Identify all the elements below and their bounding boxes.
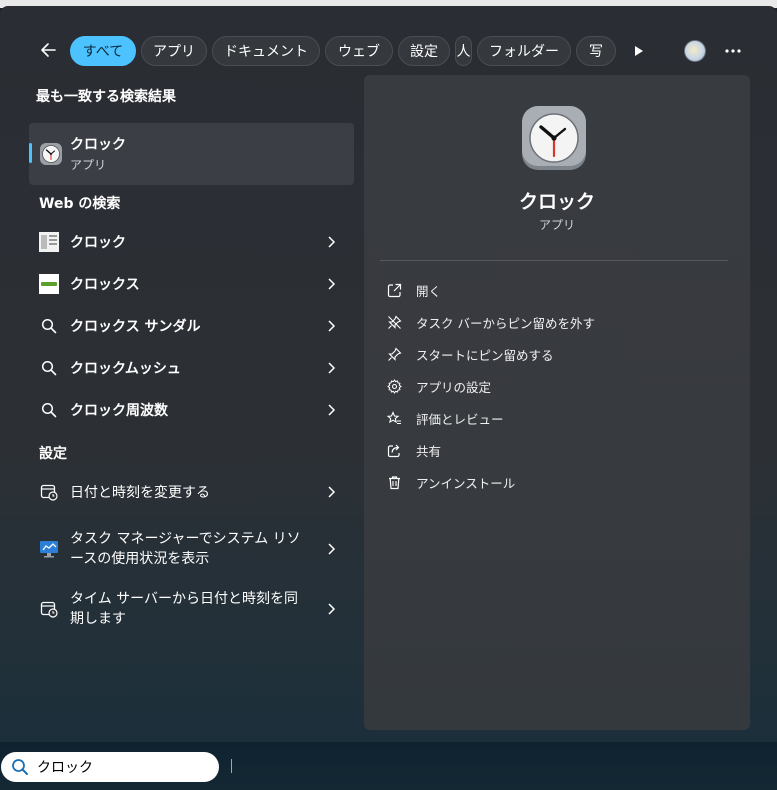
back-button[interactable] <box>36 38 60 62</box>
web-result-item[interactable]: クロックムッシュ <box>29 348 354 388</box>
settings-result-label: 日付と時刻を変更する <box>70 485 210 501</box>
taskbar-search-box[interactable] <box>1 752 219 782</box>
action-label: アンインストール <box>416 475 516 491</box>
play-arrow-icon <box>635 46 643 56</box>
calendar-clock-icon <box>39 482 59 502</box>
chip-photos[interactable]: 写 <box>576 36 616 66</box>
best-match-result[interactable]: クロック アプリ <box>29 123 354 185</box>
web-result-item[interactable]: クロック周波数 <box>29 390 354 430</box>
detail-pane: クロック アプリ 開く タスク バーからピン留めを外す スタートにピン留めする <box>364 75 750 730</box>
settings-result-item[interactable]: 日付と時刻を変更する <box>29 472 354 512</box>
more-chips-button[interactable] <box>630 41 648 61</box>
chip-all[interactable]: すべて <box>70 36 136 66</box>
action-label: 開く <box>416 283 442 299</box>
search-icon <box>39 316 59 336</box>
open-external-icon <box>386 282 402 298</box>
settings-result-item[interactable]: タイム サーバーから日付と時刻を同期します <box>29 579 354 639</box>
chevron-right-icon <box>328 362 336 374</box>
best-match-heading: 最も一致する検索結果 <box>36 89 176 105</box>
action-app-settings[interactable]: アプリの設定 <box>386 372 726 400</box>
action-label: 評価とレビュー <box>416 411 504 427</box>
chevron-right-icon <box>328 486 336 498</box>
action-rate-review[interactable]: 評価とレビュー <box>386 404 726 432</box>
chip-apps[interactable]: アプリ <box>141 36 207 66</box>
monitor-chart-icon <box>39 539 59 559</box>
action-uninstall[interactable]: アンインストール <box>386 468 726 496</box>
unpin-icon <box>386 314 402 330</box>
web-result-item[interactable]: クロック <box>29 222 354 262</box>
settings-heading: 設定 <box>39 446 67 462</box>
detail-app-name: クロック <box>518 191 595 213</box>
trash-icon <box>386 474 402 490</box>
best-match-kind: アプリ <box>70 158 107 172</box>
calendar-clock-icon <box>39 599 59 619</box>
pin-icon <box>386 346 402 362</box>
text-caret <box>231 759 232 773</box>
taskbar <box>0 742 777 790</box>
share-icon <box>386 442 402 458</box>
action-open[interactable]: 開く <box>386 276 726 304</box>
search-icon <box>39 358 59 378</box>
web-result-label: クロックス サンダル <box>70 319 201 335</box>
web-result-label: クロックムッシュ <box>70 361 181 377</box>
action-pin-start[interactable]: スタートにピン留めする <box>386 340 726 368</box>
more-options-button[interactable] <box>722 40 744 62</box>
ellipsis-icon <box>725 49 741 53</box>
filter-chips: すべて アプリ ドキュメント ウェブ 設定 人 フォルダー 写 <box>70 35 616 67</box>
chevron-right-icon <box>328 603 336 615</box>
chip-settings[interactable]: 設定 <box>398 36 450 66</box>
settings-result-label: タスク マネージャーでシステム リソースの使用状況を表示 <box>70 531 301 567</box>
chevron-right-icon <box>328 543 336 555</box>
web-search-heading: Web の検索 <box>39 196 121 212</box>
action-label: 共有 <box>416 443 442 459</box>
web-result-item[interactable]: クロックス サンダル <box>29 306 354 346</box>
search-panel: すべて アプリ ドキュメント ウェブ 設定 人 フォルダー 写 最も一致する検索… <box>0 6 777 742</box>
chevron-right-icon <box>328 404 336 416</box>
search-icon <box>12 759 28 775</box>
star-review-icon <box>386 410 402 426</box>
action-label: タスク バーからピン留めを外す <box>416 315 595 331</box>
webpage-thumbnail-icon <box>39 232 59 252</box>
settings-result-item[interactable]: タスク マネージャーでシステム リソースの使用状況を表示 <box>29 519 354 579</box>
action-share[interactable]: 共有 <box>386 436 726 464</box>
crocs-logo-icon <box>39 274 59 294</box>
search-icon <box>39 400 59 420</box>
action-label: アプリの設定 <box>416 379 492 395</box>
detail-app-kind: アプリ <box>538 218 575 232</box>
divider <box>380 260 728 261</box>
settings-result-label: タイム サーバーから日付と時刻を同期します <box>70 591 299 627</box>
web-result-label: クロック周波数 <box>70 403 168 419</box>
chip-folders[interactable]: フォルダー <box>477 36 571 66</box>
selection-indicator <box>29 143 32 163</box>
web-result-item[interactable]: クロックス <box>29 264 354 304</box>
web-result-label: クロック <box>70 235 126 251</box>
search-input[interactable] <box>37 759 187 775</box>
arrow-left-icon <box>41 43 56 57</box>
action-label: スタートにピン留めする <box>416 347 554 363</box>
chip-web[interactable]: ウェブ <box>325 36 393 66</box>
clock-app-icon <box>522 106 586 170</box>
chevron-right-icon <box>328 320 336 332</box>
web-result-label: クロックス <box>70 277 140 293</box>
action-unpin-taskbar[interactable]: タスク バーからピン留めを外す <box>386 308 726 336</box>
gear-icon <box>386 378 402 394</box>
chevron-right-icon <box>328 236 336 248</box>
chip-people[interactable]: 人 <box>455 36 472 66</box>
profile-avatar[interactable] <box>684 40 706 62</box>
best-match-name: クロック <box>70 137 126 153</box>
clock-app-icon <box>40 143 62 165</box>
chip-documents[interactable]: ドキュメント <box>212 36 320 66</box>
chevron-right-icon <box>328 278 336 290</box>
